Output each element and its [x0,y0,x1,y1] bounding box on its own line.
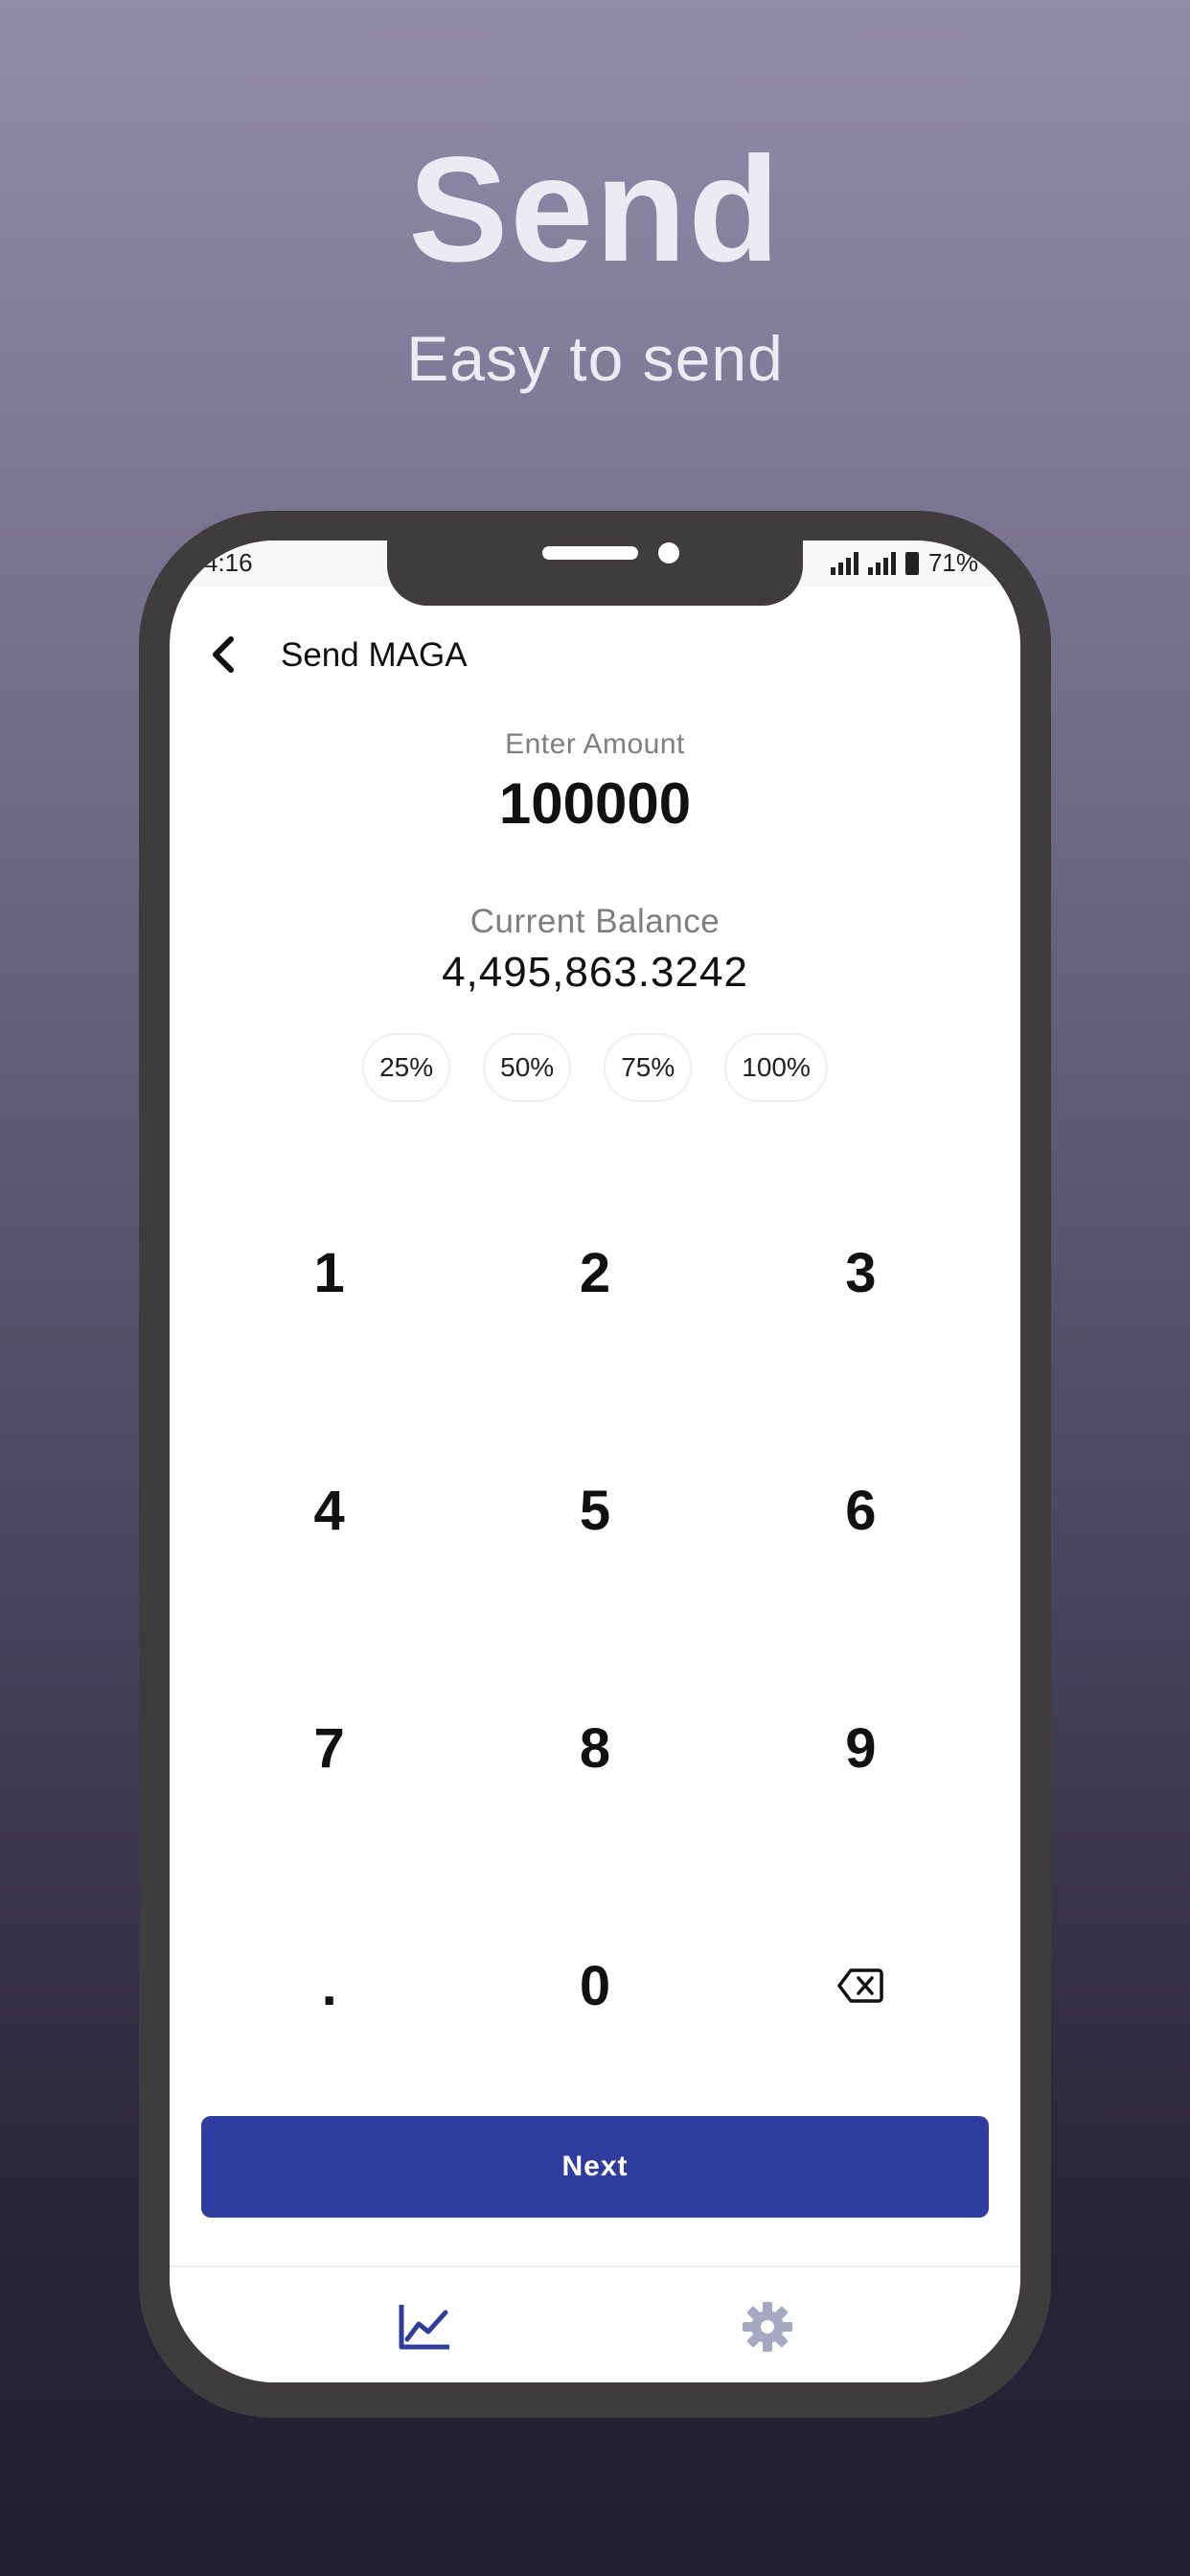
notch-speaker [542,546,638,560]
key-1[interactable]: 1 [196,1154,462,1392]
balance-label: Current Balance [469,903,721,940]
battery-level: 71% [927,548,978,577]
backspace-icon [837,1968,884,2003]
percent-buttons: 25% 50% 75% 100% [170,1033,1020,1102]
key-3[interactable]: 3 [728,1154,994,1392]
phone-notch [387,540,803,606]
percent-75-button[interactable]: 75% [604,1033,693,1102]
phone-screen: 4:16 71% Send MAGA Enter Amount 100000 C… [170,540,1020,2382]
key-4[interactable]: 4 [196,1392,462,1629]
notch-camera [658,542,679,564]
chevron-left-icon [213,636,234,673]
signal-icon [830,551,858,575]
key-9[interactable]: 9 [728,1629,994,1867]
balance-value: 4,495,863.3242 [442,949,748,996]
screen-header: Send MAGA [170,625,1020,682]
chart-icon [399,2305,449,2350]
key-decimal[interactable]: . [196,1867,462,2104]
percent-25-button[interactable]: 25% [362,1033,451,1102]
key-0[interactable]: 0 [462,1867,727,2104]
status-indicators: 71% [830,548,978,578]
tab-settings[interactable] [737,2296,798,2358]
key-7[interactable]: 7 [196,1629,462,1867]
numeric-keypad: 1 2 3 4 5 6 7 8 9 . 0 [196,1154,994,2104]
key-5[interactable]: 5 [462,1392,727,1629]
amount-label: Enter Amount [505,728,685,760]
key-6[interactable]: 6 [728,1392,994,1629]
back-button[interactable] [200,631,248,678]
promo-subheadline: Easy to send [406,323,784,394]
page-title: Send MAGA [281,636,468,674]
bottom-tab-bar [170,2266,1020,2382]
key-backspace[interactable] [728,1867,994,2104]
signal-icon-2 [867,551,896,575]
key-2[interactable]: 2 [462,1154,727,1392]
tab-chart[interactable] [394,2296,455,2358]
next-button[interactable]: Next [201,2116,989,2218]
status-time: 4:16 [204,548,253,577]
percent-50-button[interactable]: 50% [483,1033,572,1102]
key-8[interactable]: 8 [462,1629,727,1867]
battery-icon [904,551,919,575]
gear-icon [743,2302,792,2352]
amount-value[interactable]: 100000 [170,770,1020,837]
percent-100-button[interactable]: 100% [724,1033,828,1102]
promo-headline: Send [408,126,782,293]
